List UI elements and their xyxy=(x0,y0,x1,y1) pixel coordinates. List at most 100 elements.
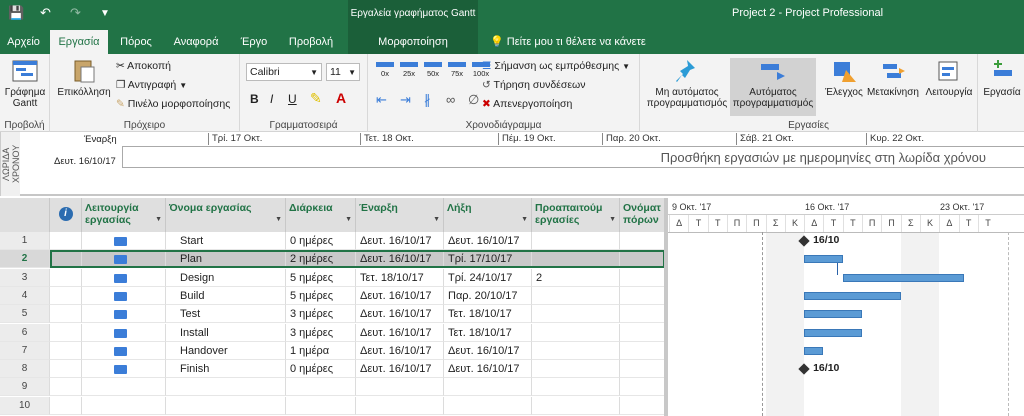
cell-start[interactable]: Δευτ. 16/10/17 xyxy=(356,232,444,250)
task-bar[interactable] xyxy=(804,310,862,319)
cell-start[interactable]: Δευτ. 16/10/17 xyxy=(356,323,444,342)
cell-name[interactable]: Design xyxy=(166,268,286,287)
manually-schedule-button[interactable]: Μη αυτόματος προγραμματισμός xyxy=(644,58,730,109)
tab-1[interactable]: Εργασία xyxy=(50,30,108,54)
font-family-select[interactable]: Calibri ▼ xyxy=(246,63,322,81)
cell-name[interactable]: Plan xyxy=(166,250,286,269)
cell-duration[interactable]: 3 ημέρες xyxy=(286,323,356,342)
task-bar[interactable] xyxy=(804,328,862,337)
column-header-res[interactable]: Ονόματ πόρων xyxy=(620,198,665,232)
cell-id[interactable]: 5 xyxy=(0,305,50,324)
cell-res[interactable] xyxy=(620,323,665,342)
cell-info[interactable] xyxy=(50,250,82,269)
task-bar[interactable] xyxy=(842,273,965,282)
column-header-finish[interactable]: Λήξη ▼ xyxy=(444,198,532,232)
cell-mode[interactable] xyxy=(82,305,166,324)
cell-mode[interactable] xyxy=(82,341,166,360)
percent-button-2[interactable]: 50x xyxy=(422,62,444,78)
cell-start[interactable]: Δευτ. 16/10/17 xyxy=(356,286,444,305)
cell-mode[interactable] xyxy=(82,268,166,287)
highlight-color-icon[interactable]: ✎ xyxy=(310,90,322,107)
cell-name[interactable]: Finish xyxy=(166,360,286,379)
column-filter-icon[interactable]: ▼ xyxy=(609,214,616,226)
move-button[interactable]: Μετακίνηση xyxy=(866,58,920,98)
cell-finish[interactable]: Τετ. 18/10/17 xyxy=(444,305,532,324)
cell-res[interactable] xyxy=(620,378,665,397)
cell-finish[interactable]: Παρ. 20/10/17 xyxy=(444,286,532,305)
column-header-pred[interactable]: Προαπαιτούμ εργασίες ▼ xyxy=(532,198,620,232)
column-header-mode[interactable]: Λειτουργία εργασίας ▼ xyxy=(82,198,166,232)
select-all-corner[interactable] xyxy=(0,198,50,232)
cell-info[interactable] xyxy=(50,305,82,324)
cell-name[interactable]: Start xyxy=(166,232,286,250)
inspect-button[interactable]: Έλεγχος xyxy=(822,58,866,98)
column-filter-icon[interactable]: ▼ xyxy=(433,214,440,226)
tab-4[interactable]: Έργο xyxy=(233,30,275,54)
redo-icon[interactable]: ↷ xyxy=(70,5,81,21)
column-filter-icon[interactable]: ▼ xyxy=(345,214,352,226)
task-bar[interactable] xyxy=(804,255,843,264)
cell-mode[interactable] xyxy=(82,286,166,305)
cell-pred[interactable] xyxy=(532,341,620,360)
cell-mode[interactable] xyxy=(82,250,166,269)
cell-mode[interactable] xyxy=(82,360,166,379)
cell-duration[interactable]: 0 ημέρες xyxy=(286,360,356,379)
cell-duration[interactable]: 5 ημέρες xyxy=(286,268,356,287)
cell-res[interactable] xyxy=(620,286,665,305)
cell-name[interactable] xyxy=(166,396,286,415)
tab-0[interactable]: Αρχείο xyxy=(0,30,47,54)
cell-finish[interactable]: Δευτ. 16/10/17 xyxy=(444,360,532,379)
insert-task-button[interactable]: Εργασία xyxy=(980,58,1024,98)
cell-mode[interactable] xyxy=(82,323,166,342)
timeline-bar[interactable]: Προσθήκη εργασιών με ημερομηνίες στη λωρ… xyxy=(122,146,1024,168)
cell-duration[interactable]: 1 ημέρα xyxy=(286,341,356,360)
cell-finish[interactable]: Δευτ. 16/10/17 xyxy=(444,232,532,250)
cell-info[interactable] xyxy=(50,323,82,342)
cell-info[interactable] xyxy=(50,378,82,397)
auto-schedule-button[interactable]: Αυτόματος προγραμματισμός xyxy=(730,58,816,116)
italic-button[interactable]: I xyxy=(270,92,273,106)
cell-finish[interactable]: Τρί. 24/10/17 xyxy=(444,268,532,287)
cell-name[interactable]: Handover xyxy=(166,341,286,360)
undo-icon[interactable]: ↶ xyxy=(40,5,51,21)
cell-info[interactable] xyxy=(50,360,82,379)
cell-duration[interactable] xyxy=(286,396,356,415)
cell-res[interactable] xyxy=(620,396,665,415)
cell-res[interactable] xyxy=(620,305,665,324)
cell-pred[interactable] xyxy=(532,360,620,379)
save-icon[interactable]: 💾 xyxy=(8,5,24,21)
cell-res[interactable] xyxy=(620,232,665,250)
cell-res[interactable] xyxy=(620,341,665,360)
cell-info[interactable] xyxy=(50,232,82,250)
tab-3[interactable]: Αναφορά xyxy=(166,30,226,54)
link-icon[interactable]: ∞ xyxy=(446,92,455,107)
cell-start[interactable]: Δευτ. 16/10/17 xyxy=(356,341,444,360)
cell-name[interactable]: Test xyxy=(166,305,286,324)
cell-res[interactable] xyxy=(620,268,665,287)
paste-button[interactable]: Επικόλληση xyxy=(56,58,112,98)
cell-id[interactable]: 3 xyxy=(0,268,50,287)
cell-name[interactable] xyxy=(166,378,286,397)
cell-info[interactable] xyxy=(50,268,82,287)
split-task-icon[interactable]: ∦ xyxy=(424,92,431,108)
cell-finish[interactable]: Τετ. 18/10/17 xyxy=(444,323,532,342)
cell-start[interactable]: Δευτ. 16/10/17 xyxy=(356,305,444,324)
indent-left-icon[interactable]: ⇤ xyxy=(376,92,387,108)
cell-start[interactable]: Δευτ. 16/10/17 xyxy=(356,250,444,269)
cell-finish[interactable] xyxy=(444,396,532,415)
cell-pred[interactable] xyxy=(532,378,620,397)
cell-duration[interactable]: 2 ημέρες xyxy=(286,250,356,269)
font-color-icon[interactable]: A xyxy=(336,90,346,106)
mode-button[interactable]: Λειτουργία xyxy=(922,58,976,98)
mark-on-track-button[interactable]: ☰ Σήμανση ως εμπρόθεσμης ▼ xyxy=(482,60,630,72)
column-filter-icon[interactable]: ▼ xyxy=(155,214,162,226)
format-painter-button[interactable]: ✎ Πινέλο μορφοποίησης xyxy=(116,98,230,110)
cell-pred[interactable] xyxy=(532,286,620,305)
cell-pred[interactable]: 2 xyxy=(532,268,620,287)
percent-button-1[interactable]: 25x xyxy=(398,62,420,78)
cell-pred[interactable] xyxy=(532,396,620,415)
cell-res[interactable] xyxy=(620,360,665,379)
column-filter-icon[interactable]: ▼ xyxy=(275,214,282,226)
cell-start[interactable]: Δευτ. 16/10/17 xyxy=(356,360,444,379)
cell-duration[interactable] xyxy=(286,378,356,397)
